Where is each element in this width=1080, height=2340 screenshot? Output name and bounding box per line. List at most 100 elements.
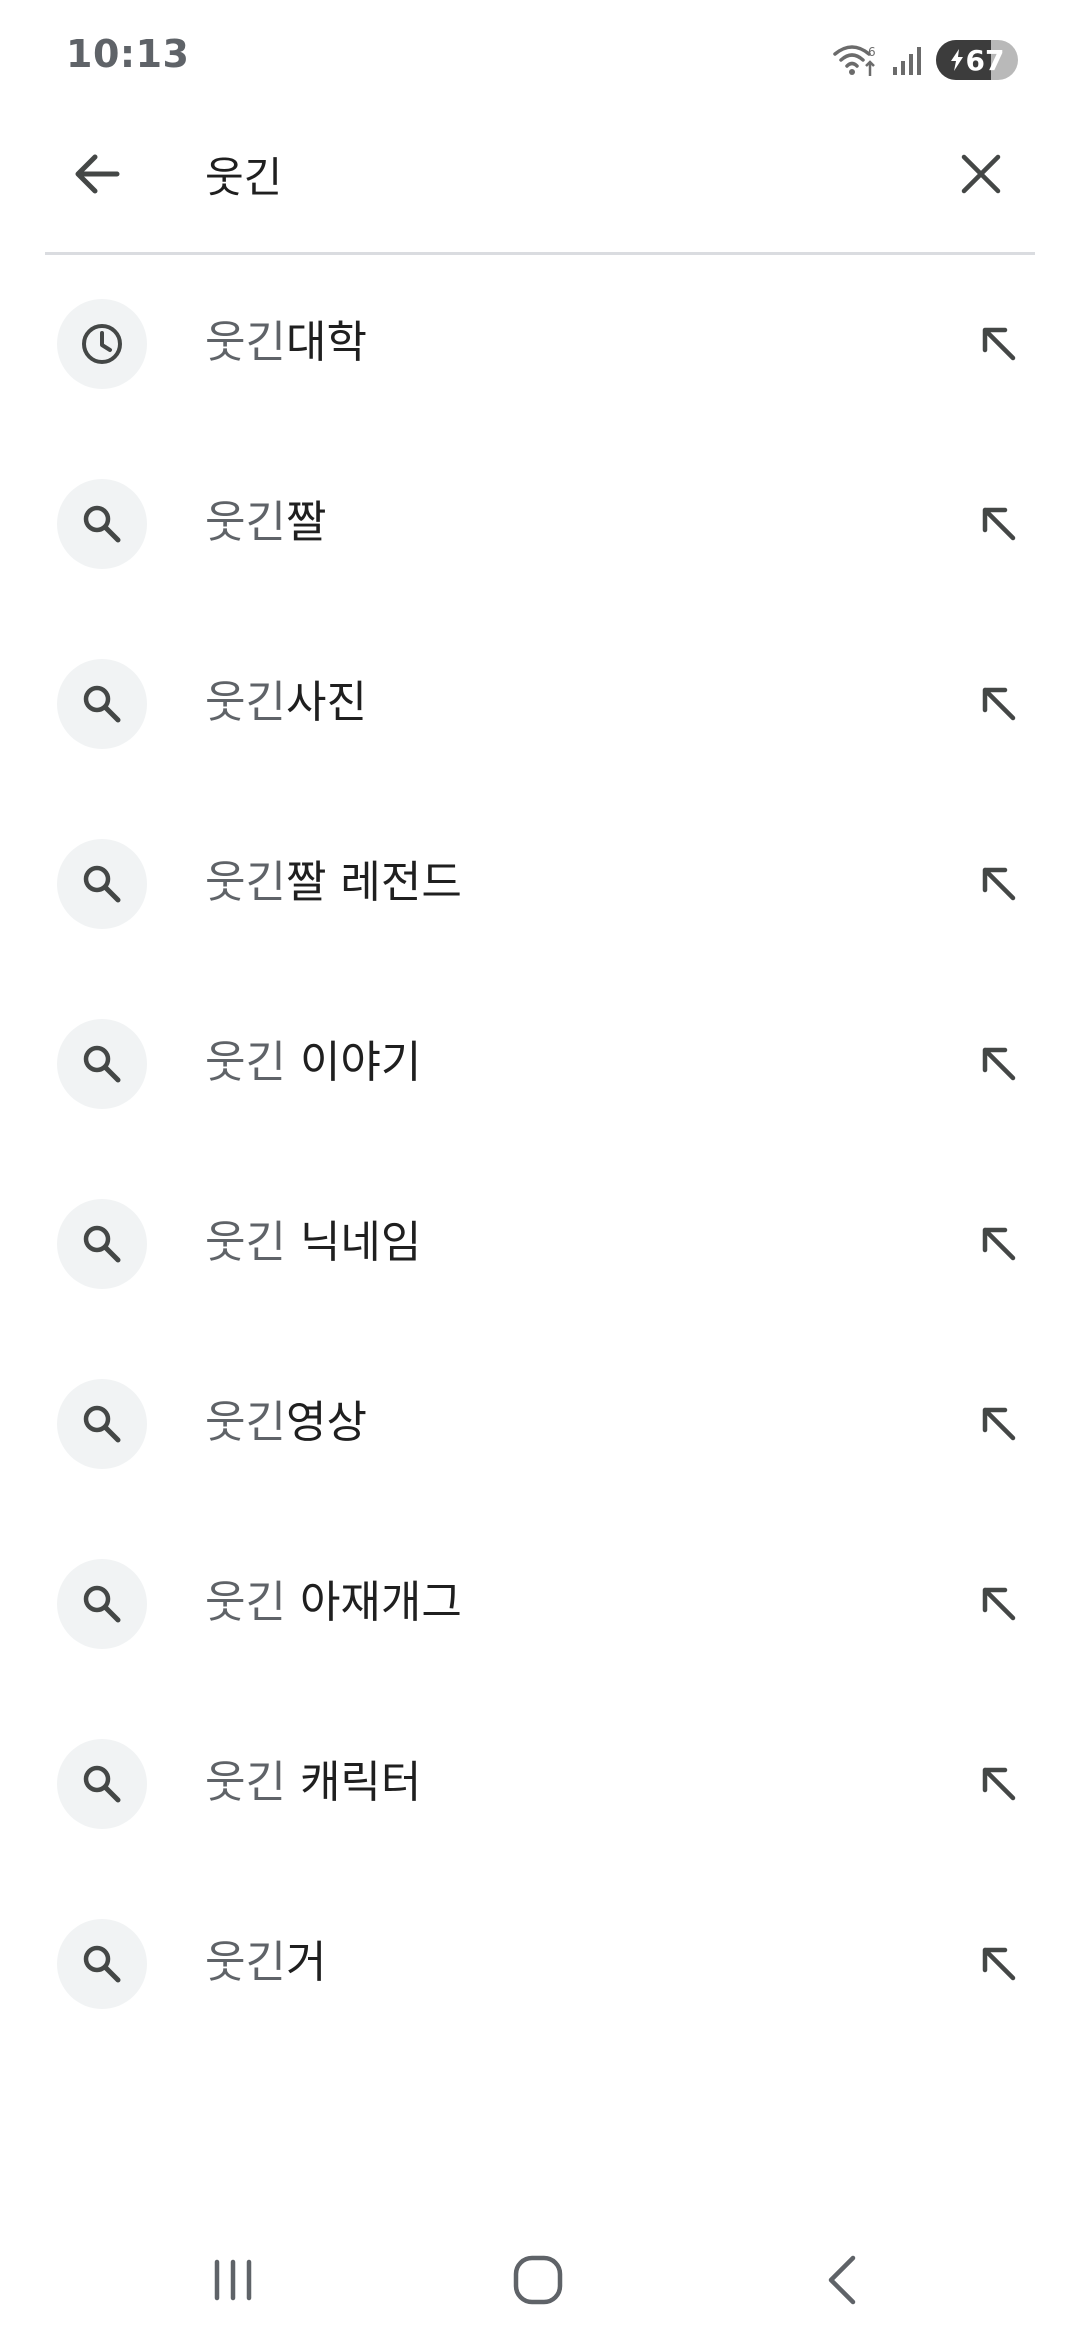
arrow-up-left-icon — [982, 1767, 1016, 1801]
suggestion-item[interactable]: 웃긴영상 — [0, 1333, 1080, 1513]
suggestion-item[interactable]: 웃긴짤 — [0, 433, 1080, 613]
search-input[interactable] — [205, 142, 925, 206]
search-icon — [83, 685, 121, 723]
arrow-up-left-icon — [982, 687, 1016, 721]
suggestion-item[interactable]: 웃긴 닉네임 — [0, 1153, 1080, 1333]
suggestion-icon-circle — [57, 1739, 147, 1829]
search-icon — [83, 1405, 121, 1443]
fill-query-button[interactable] — [966, 491, 1030, 555]
fill-query-button[interactable] — [966, 1571, 1030, 1635]
back-icon — [828, 2255, 856, 2305]
suggestion-rest-text: 짤 — [285, 497, 327, 548]
arrow-left-icon — [75, 154, 120, 194]
fill-query-button[interactable] — [966, 671, 1030, 735]
suggestion-icon-circle — [57, 1019, 147, 1109]
fill-query-button[interactable] — [966, 1931, 1030, 1995]
suggestion-icon-circle — [57, 479, 147, 569]
status-icons: 6 67 — [832, 38, 1018, 82]
suggestion-icon-circle — [57, 299, 147, 389]
suggestion-rest-text: 짤 레전드 — [285, 857, 462, 908]
suggestion-rest-text: 대학 — [285, 317, 367, 368]
suggestion-rest-text: 닉네임 — [285, 1217, 422, 1268]
suggestion-rest-text: 아재개그 — [285, 1577, 462, 1628]
signal-icon — [890, 43, 924, 77]
suggestion-icon-circle — [57, 659, 147, 749]
battery-charging-icon: 67 — [936, 40, 1018, 80]
home-icon — [513, 2255, 563, 2305]
suggestion-label: 웃긴짤 레전드 — [205, 793, 462, 973]
suggestion-label: 웃긴거 — [205, 1873, 326, 2053]
suggestion-rest-text: 거 — [285, 1937, 327, 1988]
fill-query-button[interactable] — [966, 1391, 1030, 1455]
suggestion-item[interactable]: 웃긴 아재개그 — [0, 1513, 1080, 1693]
recent-apps-icon — [214, 2259, 252, 2301]
back-button[interactable] — [65, 142, 129, 206]
search-icon — [83, 505, 121, 543]
suggestion-match-text: 웃긴 — [205, 1037, 286, 1088]
nav-back-button[interactable] — [805, 2240, 885, 2320]
suggestion-match-text: 웃긴 — [205, 677, 286, 728]
search-bar — [45, 120, 1035, 255]
suggestion-label: 웃긴사진 — [205, 613, 367, 793]
suggestion-rest-text: 캐릭터 — [285, 1757, 422, 1808]
suggestion-label: 웃긴 이야기 — [205, 973, 421, 1153]
clear-button[interactable] — [949, 142, 1013, 206]
suggestion-label: 웃긴짤 — [205, 433, 326, 613]
suggestion-match-text: 웃긴 — [205, 317, 286, 368]
suggestion-list: 웃긴대학 웃긴짤 웃긴사진 웃긴짤 레전드 웃긴 이야기 웃긴 닉네임 웃긴영상… — [0, 253, 1080, 2053]
home-button[interactable] — [498, 2240, 578, 2320]
suggestion-match-text: 웃긴 — [205, 1397, 286, 1448]
suggestion-rest-text: 사진 — [285, 677, 367, 728]
search-icon — [83, 865, 121, 903]
charging-bolt-icon — [950, 49, 963, 71]
suggestion-icon-circle — [57, 1919, 147, 2009]
suggestion-icon-circle — [57, 839, 147, 929]
wifi-icon: 6 — [832, 42, 878, 78]
history-icon — [82, 324, 122, 364]
suggestion-label: 웃긴 캐릭터 — [205, 1693, 421, 1873]
navigation-bar — [0, 2220, 1080, 2340]
suggestion-match-text: 웃긴 — [205, 497, 286, 548]
arrow-up-left-icon — [982, 867, 1016, 901]
arrow-up-left-icon — [982, 507, 1016, 541]
arrow-up-left-icon — [982, 1227, 1016, 1261]
search-icon — [83, 1945, 121, 1983]
suggestion-icon-circle — [57, 1199, 147, 1289]
suggestion-match-text: 웃긴 — [205, 1217, 286, 1268]
suggestion-icon-circle — [57, 1379, 147, 1469]
fill-query-button[interactable] — [966, 311, 1030, 375]
suggestion-label: 웃긴대학 — [205, 253, 367, 433]
suggestion-item[interactable]: 웃긴대학 — [0, 253, 1080, 433]
suggestion-item[interactable]: 웃긴사진 — [0, 613, 1080, 793]
suggestion-match-text: 웃긴 — [205, 1937, 286, 1988]
fill-query-button[interactable] — [966, 851, 1030, 915]
search-icon — [83, 1585, 121, 1623]
suggestion-rest-text: 영상 — [285, 1397, 367, 1448]
suggestion-label: 웃긴 아재개그 — [205, 1513, 462, 1693]
arrow-up-left-icon — [982, 327, 1016, 361]
suggestion-rest-text: 이야기 — [285, 1037, 422, 1088]
suggestion-match-text: 웃긴 — [205, 1757, 286, 1808]
fill-query-button[interactable] — [966, 1751, 1030, 1815]
svg-text:6: 6 — [868, 45, 876, 59]
suggestion-label: 웃긴영상 — [205, 1333, 367, 1513]
search-icon — [83, 1045, 121, 1083]
battery-level: 67 — [965, 43, 1005, 77]
arrow-up-left-icon — [982, 1407, 1016, 1441]
suggestion-item[interactable]: 웃긴 이야기 — [0, 973, 1080, 1153]
arrow-up-left-icon — [982, 1047, 1016, 1081]
suggestion-item[interactable]: 웃긴거 — [0, 1873, 1080, 2053]
close-icon — [961, 154, 1001, 194]
arrow-up-left-icon — [982, 1587, 1016, 1621]
status-bar: 10:13 6 67 — [0, 0, 1080, 120]
suggestion-item[interactable]: 웃긴짤 레전드 — [0, 793, 1080, 973]
fill-query-button[interactable] — [966, 1031, 1030, 1095]
recent-apps-button[interactable] — [193, 2240, 273, 2320]
suggestion-match-text: 웃긴 — [205, 857, 286, 908]
suggestion-item[interactable]: 웃긴 캐릭터 — [0, 1693, 1080, 1873]
search-icon — [83, 1225, 121, 1263]
search-icon — [83, 1765, 121, 1803]
arrow-up-left-icon — [982, 1947, 1016, 1981]
suggestion-match-text: 웃긴 — [205, 1577, 286, 1628]
fill-query-button[interactable] — [966, 1211, 1030, 1275]
